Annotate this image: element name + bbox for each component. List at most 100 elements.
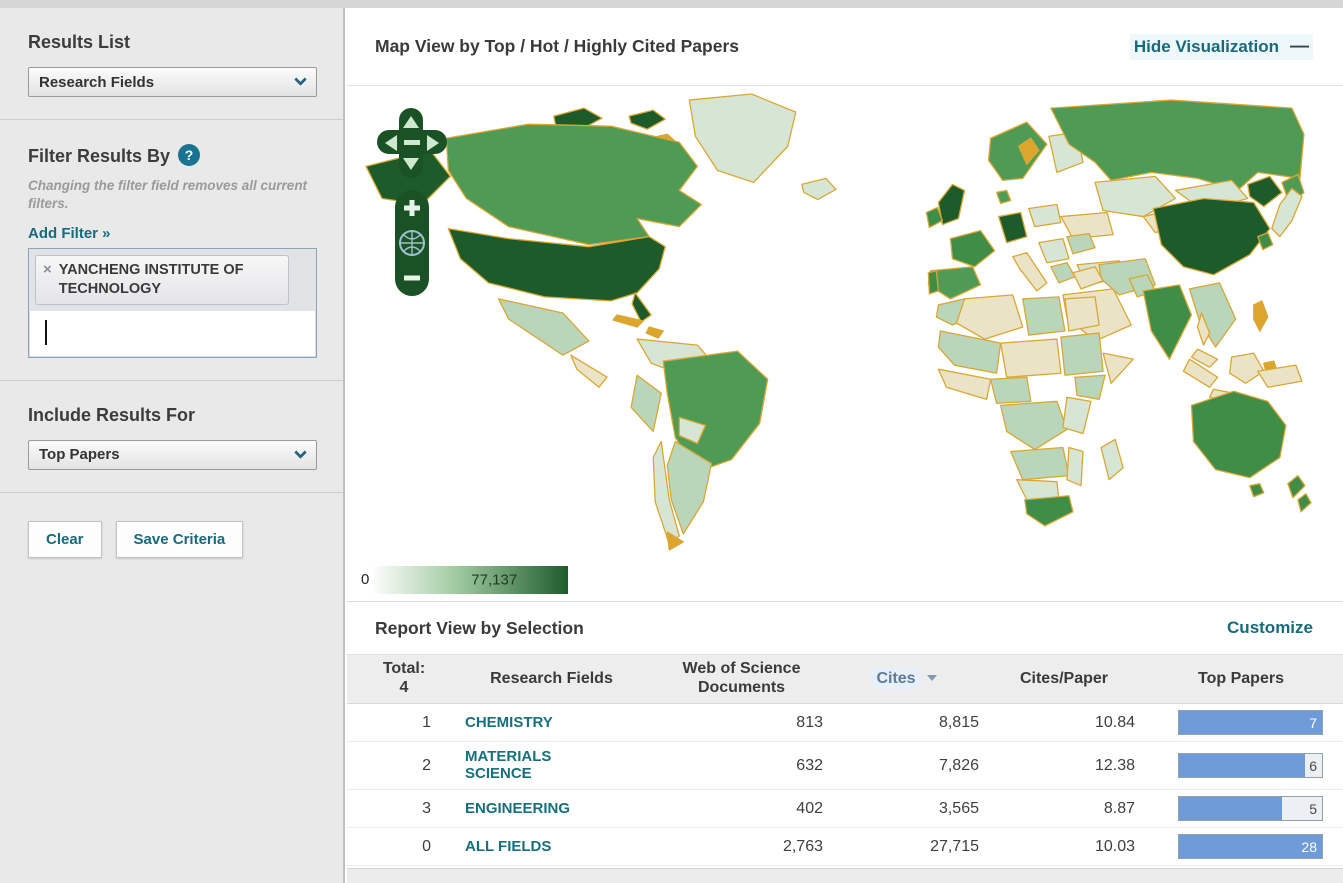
top-papers-value: 7 xyxy=(1309,714,1317,731)
top-papers-bar-fill xyxy=(1179,797,1282,821)
add-filter-link[interactable]: Add Filter » xyxy=(28,225,111,242)
column-header-cites[interactable]: Cites xyxy=(829,667,979,689)
legend-min-value: 0 xyxy=(361,571,370,588)
row-cites: 7,826 xyxy=(938,756,979,774)
column-header-research-fields[interactable]: Research Fields xyxy=(449,670,654,689)
include-results-dropdown[interactable]: Top Papers xyxy=(28,439,317,470)
filters-sidebar: Results List Research Fields Filter Resu… xyxy=(0,8,345,883)
row-cites-per-paper: 12.38 xyxy=(1094,756,1135,774)
top-papers-bar: 6 xyxy=(1178,753,1323,779)
map-controls[interactable] xyxy=(375,104,449,300)
top-papers-value: 6 xyxy=(1309,757,1317,774)
research-field-link[interactable]: ALL FIELDS xyxy=(465,838,551,855)
main-content: Map View by Top / Hot / Highly Cited Pap… xyxy=(347,8,1343,883)
actions-section: Clear Save Criteria xyxy=(0,491,343,580)
row-rank: 3 xyxy=(422,799,431,817)
chevron-down-icon xyxy=(294,73,307,86)
filter-tag-label: YANCHENG INSTITUTE OF TECHNOLOGY xyxy=(58,262,244,297)
top-papers-bar: 5 xyxy=(1178,796,1323,822)
research-field-link[interactable]: ENGINEERING xyxy=(465,800,570,817)
results-list-dropdown-value: Research Fields xyxy=(39,73,155,91)
row-wos-documents: 813 xyxy=(796,713,823,731)
filter-note: Changing the filter field removes all cu… xyxy=(28,178,308,212)
row-top-papers-cell: 7 xyxy=(1149,710,1333,735)
save-criteria-button[interactable]: Save Criteria xyxy=(115,520,244,558)
top-papers-value: 28 xyxy=(1301,838,1317,855)
row-cites-per-paper: 8.87 xyxy=(1103,799,1135,817)
world-map[interactable] xyxy=(347,86,1343,558)
top-papers-value: 5 xyxy=(1309,800,1317,817)
report-table-body: 1 CHEMISTRY 813 8,815 10.84 7 2 MATERIAL… xyxy=(347,704,1343,867)
cites-sort-label[interactable]: Cites xyxy=(871,667,921,689)
row-top-papers-cell: 6 xyxy=(1149,753,1333,779)
total-label: Total: xyxy=(382,660,426,678)
row-rank: 2 xyxy=(422,756,431,774)
top-window-strip xyxy=(0,0,1343,8)
remove-tag-icon[interactable]: × xyxy=(43,261,52,278)
sort-desc-icon xyxy=(926,674,937,681)
minus-icon: — xyxy=(1290,35,1309,57)
results-list-section: Results List Research Fields xyxy=(0,8,343,119)
table-row: 2 MATERIALS SCIENCE 632 7,826 12.38 6 xyxy=(347,742,1343,791)
filter-results-title-text: Filter Results By xyxy=(28,146,171,166)
top-papers-bar-fill xyxy=(1179,754,1305,778)
row-wos-documents: 632 xyxy=(796,756,823,774)
row-wos-documents: 402 xyxy=(796,799,823,817)
row-field-cell: ENGINEERING xyxy=(449,800,654,818)
report-view-title: Report View by Selection xyxy=(375,617,584,638)
table-row: 3 ENGINEERING 402 3,565 8.87 5 xyxy=(347,790,1343,829)
customize-link[interactable]: Customize xyxy=(1227,618,1313,638)
table-row: 1 CHEMISTRY 813 8,815 10.84 7 xyxy=(347,704,1343,742)
legend-max-value: 77,137 xyxy=(471,571,518,588)
filter-results-section: Filter Results By? Changing the filter f… xyxy=(0,119,343,380)
filter-tag[interactable]: × YANCHENG INSTITUTE OF TECHNOLOGY xyxy=(35,255,289,305)
row-wos-documents: 2,763 xyxy=(782,837,823,855)
column-header-wos-documents[interactable]: Web of Science Documents xyxy=(654,660,829,698)
top-papers-bar: 28 xyxy=(1178,834,1323,860)
map-panel-header: Map View by Top / Hot / Highly Cited Pap… xyxy=(347,8,1343,86)
row-cites: 27,715 xyxy=(930,837,979,855)
zoom-control[interactable] xyxy=(395,190,429,296)
total-value: 4 xyxy=(399,679,409,696)
text-cursor xyxy=(45,319,47,345)
row-rank: 0 xyxy=(422,837,431,855)
column-header-top-papers[interactable]: Top Papers xyxy=(1149,670,1333,689)
column-header-cites-per-paper[interactable]: Cites/Paper xyxy=(979,670,1149,689)
column-header-total: Total: 4 xyxy=(359,660,449,698)
row-field-cell: ALL FIELDS xyxy=(449,838,654,856)
report-header: Report View by Selection Customize xyxy=(347,602,1343,654)
row-cites-per-paper: 10.84 xyxy=(1094,713,1135,731)
hide-visualization-link[interactable]: Hide Visualization — xyxy=(1129,33,1313,60)
help-icon[interactable]: ? xyxy=(178,144,201,166)
hide-visualization-label: Hide Visualization xyxy=(1133,36,1279,56)
map-color-legend: 0 77,137 xyxy=(347,558,1343,602)
map-view-title: Map View by Top / Hot / Highly Cited Pap… xyxy=(375,36,739,56)
row-cites: 3,565 xyxy=(938,799,979,817)
include-results-dropdown-value: Top Papers xyxy=(39,446,120,464)
pan-control[interactable] xyxy=(377,108,447,178)
research-field-link[interactable]: CHEMISTRY xyxy=(465,714,553,731)
chevron-down-icon xyxy=(294,445,307,459)
row-field-cell: MATERIALS SCIENCE xyxy=(449,748,654,783)
results-list-title: Results List xyxy=(28,32,131,52)
top-papers-bar-fill xyxy=(1179,711,1322,734)
report-table-header: Total: 4 Research Fields Web of Science … xyxy=(347,654,1343,704)
row-cites: 8,815 xyxy=(938,713,979,731)
results-list-dropdown[interactable]: Research Fields xyxy=(28,67,317,97)
research-field-link[interactable]: MATERIALS SCIENCE xyxy=(465,748,593,783)
row-cites-per-paper: 10.03 xyxy=(1094,837,1135,855)
footer-strip xyxy=(347,868,1343,883)
filter-box[interactable]: × YANCHENG INSTITUTE OF TECHNOLOGY xyxy=(28,248,317,358)
top-papers-bar: 7 xyxy=(1178,710,1323,735)
row-rank: 1 xyxy=(422,713,431,731)
row-top-papers-cell: 28 xyxy=(1149,834,1333,860)
table-row: 0 ALL FIELDS 2,763 27,715 10.03 28 xyxy=(347,828,1343,867)
filter-text-input[interactable] xyxy=(29,311,316,357)
include-results-title: Include Results For xyxy=(28,404,196,425)
include-results-section: Include Results For Top Papers xyxy=(0,379,343,492)
clear-button[interactable]: Clear xyxy=(28,520,102,558)
world-map-area[interactable] xyxy=(347,86,1343,558)
filter-tags-area: × YANCHENG INSTITUTE OF TECHNOLOGY xyxy=(29,249,316,311)
filter-results-title: Filter Results By? xyxy=(28,144,315,167)
row-field-cell: CHEMISTRY xyxy=(449,714,654,732)
